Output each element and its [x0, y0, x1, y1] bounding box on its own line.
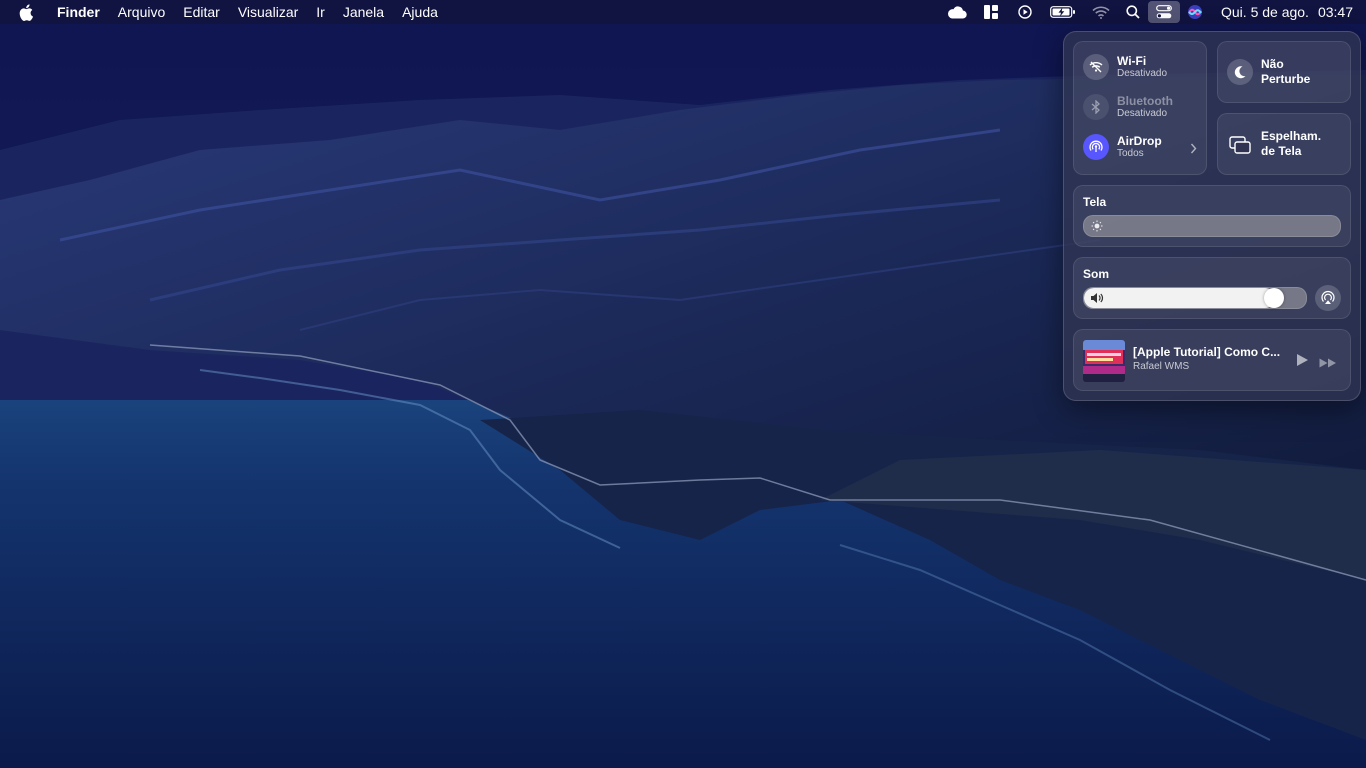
- volume-knob[interactable]: [1264, 288, 1284, 308]
- play-circle-icon[interactable]: [1008, 0, 1042, 24]
- sun-icon: [1090, 219, 1104, 233]
- sound-label: Som: [1083, 267, 1110, 281]
- airplay-audio-icon[interactable]: [1315, 285, 1341, 311]
- chevron-right-icon[interactable]: [1190, 141, 1197, 159]
- now-playing-info: [Apple Tutorial] Como C... Rafael WMS: [1133, 345, 1283, 372]
- dnd-label-line1: Não: [1261, 57, 1284, 71]
- wifi-status: Desativado: [1117, 68, 1168, 79]
- airdrop-label: AirDrop: [1117, 134, 1162, 148]
- menu-clock[interactable]: Qui. 5 de ago. 03:47: [1221, 4, 1353, 20]
- speaker-icon: [1090, 291, 1104, 305]
- album-artwork: [1083, 340, 1125, 382]
- apple-logo-icon[interactable]: [19, 0, 37, 24]
- screen-mirroring-line2: de Tela: [1261, 144, 1302, 158]
- siri-icon[interactable]: [1180, 0, 1210, 24]
- connectivity-tile: Wi-Fi Desativado Bluetooth Desativado Ai…: [1073, 41, 1207, 175]
- spotlight-search-icon[interactable]: [1118, 0, 1148, 24]
- wifi-label: Wi-Fi: [1117, 54, 1147, 68]
- screen-mirroring-icon: [1227, 132, 1253, 158]
- bluetooth-status: Desativado: [1117, 108, 1168, 119]
- clock-time: 03:47: [1317, 4, 1353, 20]
- bluetooth-toggle[interactable]: Bluetooth Desativado: [1083, 94, 1173, 120]
- wifi-toggle[interactable]: Wi-Fi Desativado: [1083, 54, 1167, 80]
- menu-ajuda[interactable]: Ajuda: [393, 0, 447, 24]
- display-tile: Tela: [1073, 185, 1351, 247]
- control-center-icon[interactable]: [1148, 1, 1180, 23]
- menu-app-name[interactable]: Finder: [56, 0, 109, 24]
- airdrop-icon: [1083, 134, 1109, 160]
- menu-visualizar[interactable]: Visualizar: [229, 0, 307, 24]
- screen-mirroring-tile[interactable]: Espelham. de Tela: [1217, 113, 1351, 175]
- menu-arquivo[interactable]: Arquivo: [109, 0, 174, 24]
- control-center-panel: Wi-Fi Desativado Bluetooth Desativado Ai…: [1063, 31, 1361, 401]
- screen-mirroring-label: Espelham. de Tela: [1261, 129, 1321, 159]
- wifi-off-icon: [1083, 54, 1109, 80]
- moon-icon: [1227, 59, 1253, 85]
- dnd-label-line2: Perturbe: [1261, 72, 1311, 86]
- menu-janela[interactable]: Janela: [334, 0, 393, 24]
- dnd-label: Não Perturbe: [1261, 57, 1310, 87]
- menu-editar[interactable]: Editar: [174, 0, 229, 24]
- fast-forward-icon[interactable]: [1319, 355, 1337, 373]
- now-playing-tile[interactable]: [Apple Tutorial] Como C... Rafael WMS: [1073, 329, 1351, 391]
- brightness-slider[interactable]: [1083, 215, 1341, 237]
- bluetooth-icon: [1083, 94, 1109, 120]
- menu-bar: Finder Arquivo Editar Visualizar Ir Jane…: [0, 0, 1366, 24]
- do-not-disturb-tile[interactable]: Não Perturbe: [1217, 41, 1351, 103]
- screen-mirroring-line1: Espelham.: [1261, 129, 1322, 143]
- layout-icon[interactable]: [974, 0, 1008, 24]
- wifi-off-icon[interactable]: [1084, 0, 1118, 24]
- clock-date: Qui. 5 de ago.: [1221, 4, 1309, 20]
- play-icon[interactable]: [1296, 353, 1309, 372]
- icloud-icon[interactable]: [940, 0, 974, 24]
- display-label: Tela: [1083, 195, 1107, 209]
- volume-fill: [1084, 288, 1275, 308]
- menu-ir[interactable]: Ir: [307, 0, 334, 24]
- now-playing-artist: Rafael WMS: [1133, 361, 1190, 372]
- now-playing-title: [Apple Tutorial] Como C...: [1133, 345, 1281, 359]
- battery-charging-icon[interactable]: [1042, 0, 1084, 24]
- airdrop-toggle[interactable]: AirDrop Todos: [1083, 134, 1197, 160]
- sound-tile: Som: [1073, 257, 1351, 319]
- bluetooth-label: Bluetooth: [1117, 94, 1173, 108]
- airdrop-status: Todos: [1117, 148, 1144, 159]
